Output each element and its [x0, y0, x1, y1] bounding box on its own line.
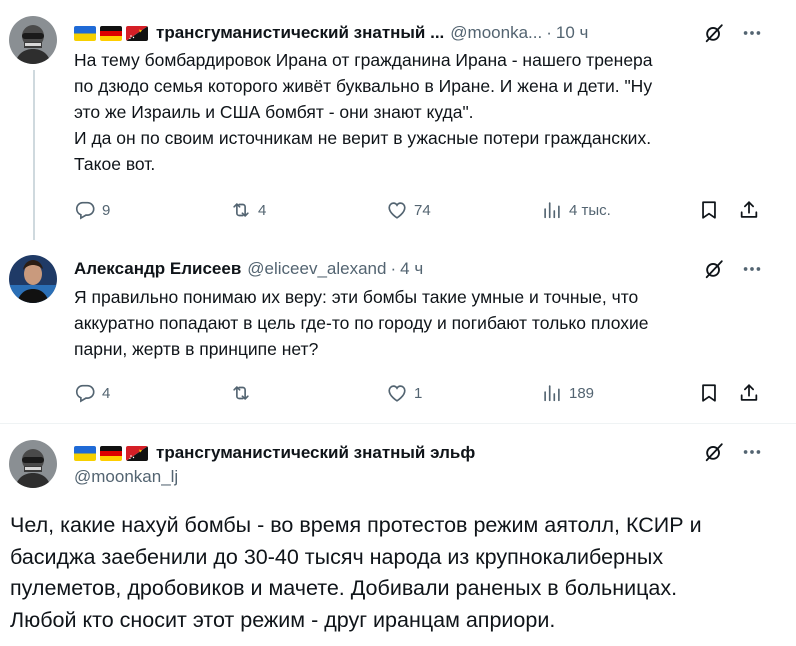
tweet-text: Чел, какие нахуй бомбы - во время протес… [10, 513, 702, 632]
reply-count: 4 [102, 384, 111, 402]
more-icon[interactable] [741, 258, 763, 280]
bookmark-button[interactable] [698, 380, 720, 406]
views-count: 189 [569, 384, 595, 402]
like-button[interactable]: 74 [386, 197, 431, 223]
tweet-2[interactable]: Александр Елисеев @eliceev_alexand · 4 ч… [0, 238, 796, 424]
papua-new-guinea-flag-icon [126, 446, 148, 461]
avatar-image [9, 255, 57, 303]
author-handle[interactable]: @moonkan_lj [74, 467, 475, 487]
reply-icon [74, 199, 96, 221]
share-icon [738, 199, 760, 221]
action-bar: 4 1 189 [74, 380, 774, 406]
grok-icon[interactable] [703, 441, 725, 463]
timestamp[interactable]: 10 ч [556, 23, 589, 43]
avatar-image [9, 440, 57, 488]
author-block: трансгуманистический знатный эльф @moonk… [74, 441, 475, 487]
author-name[interactable]: трансгуманистический знатный эльф [156, 443, 475, 463]
retweet-icon [230, 382, 252, 404]
heart-icon [386, 199, 408, 221]
views-count: 4 тыс. [569, 201, 611, 219]
author-handle[interactable]: @moonka... [450, 23, 542, 43]
bookmark-button[interactable] [698, 197, 720, 223]
reply-button[interactable]: 4 [74, 380, 110, 406]
germany-flag-icon [100, 446, 122, 461]
tweet-1[interactable]: трансгуманистический знатный ... @moonka… [0, 0, 796, 240]
bookmark-icon [698, 382, 720, 404]
tweet-header: трансгуманистический знатный ... @moonka… [74, 22, 588, 44]
avatar[interactable] [9, 440, 57, 488]
views-icon [541, 199, 563, 221]
views-button[interactable]: 189 [541, 380, 594, 406]
flags [74, 446, 148, 461]
views-icon [541, 382, 563, 404]
like-button[interactable]: 1 [386, 380, 422, 406]
retweet-count: 4 [258, 201, 267, 219]
retweet-icon [230, 199, 252, 221]
avatar[interactable] [9, 16, 57, 64]
retweet-button[interactable] [230, 380, 258, 406]
papua-new-guinea-flag-icon [126, 26, 148, 41]
grok-icon[interactable] [703, 22, 725, 44]
tweet-text: На тему бомбардировок Ирана от гражданин… [74, 50, 653, 174]
reply-button[interactable]: 9 [74, 197, 110, 223]
like-count: 1 [414, 384, 423, 402]
germany-flag-icon [100, 26, 122, 41]
bookmark-icon [698, 199, 720, 221]
like-count: 74 [414, 201, 431, 219]
share-button[interactable] [738, 197, 760, 223]
avatar-image [9, 16, 57, 64]
author-name[interactable]: Александр Елисеев [74, 259, 241, 279]
reply-count: 9 [102, 201, 111, 219]
views-button[interactable]: 4 тыс. [541, 197, 611, 223]
grok-icon[interactable] [703, 258, 725, 280]
author-handle[interactable]: @eliceev_alexand [247, 259, 386, 279]
thread-line [33, 70, 35, 240]
action-bar: 9 4 74 4 тыс. [74, 197, 774, 223]
separator: · [390, 259, 397, 278]
tweet-text: Я правильно понимаю их веру: эти бомбы т… [74, 287, 649, 359]
tweet-header: Александр Елисеев @eliceev_alexand · 4 ч [74, 258, 423, 280]
more-icon[interactable] [741, 22, 763, 44]
avatar[interactable] [9, 255, 57, 303]
heart-icon [386, 382, 408, 404]
author-name[interactable]: трансгуманистический знатный ... [156, 23, 444, 43]
main-tweet: трансгуманистический знатный эльф @moonk… [0, 424, 796, 646]
ukraine-flag-icon [74, 26, 96, 41]
more-icon[interactable] [741, 441, 763, 463]
flags [74, 26, 148, 41]
ukraine-flag-icon [74, 446, 96, 461]
timestamp[interactable]: 4 ч [400, 259, 423, 279]
retweet-button[interactable]: 4 [230, 197, 266, 223]
separator: · [546, 23, 552, 42]
share-button[interactable] [738, 380, 760, 406]
author-name-row: трансгуманистический знатный эльф [74, 441, 475, 465]
share-icon [738, 382, 760, 404]
reply-icon [74, 382, 96, 404]
